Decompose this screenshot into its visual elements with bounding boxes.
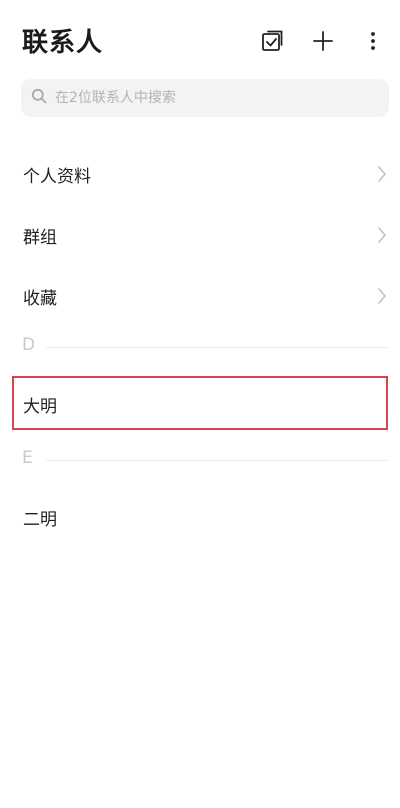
section-letter: E: [22, 448, 33, 468]
menu-item-label: 个人资料: [23, 166, 91, 187]
menu-item-favorites[interactable]: 收藏: [0, 268, 400, 324]
section-header-d: D: [0, 335, 400, 359]
app-header: 联系人: [0, 0, 400, 80]
contact-item-erming[interactable]: 二明: [0, 490, 400, 544]
chevron-right-icon: [377, 287, 387, 309]
more-icon[interactable]: [356, 24, 390, 58]
search-input[interactable]: [55, 83, 375, 113]
menu-item-profile[interactable]: 个人资料: [0, 146, 400, 202]
menu-item-label: 群组: [23, 227, 57, 248]
search-icon: [31, 88, 47, 108]
section-header-e: E: [0, 448, 400, 472]
contact-name: 大明: [23, 396, 57, 417]
select-icon[interactable]: [255, 24, 289, 58]
page-title: 联系人: [22, 28, 104, 58]
chevron-right-icon: [377, 226, 387, 248]
contact-item-daming[interactable]: 大明: [0, 377, 400, 431]
add-icon[interactable]: [306, 24, 340, 58]
chevron-right-icon: [377, 165, 387, 187]
section-divider: [46, 347, 388, 348]
menu-item-groups[interactable]: 群组: [0, 207, 400, 263]
contact-name: 二明: [23, 509, 57, 530]
section-letter: D: [22, 335, 36, 355]
menu-item-label: 收藏: [23, 288, 57, 309]
search-bar[interactable]: [21, 79, 389, 117]
section-divider: [46, 460, 388, 461]
